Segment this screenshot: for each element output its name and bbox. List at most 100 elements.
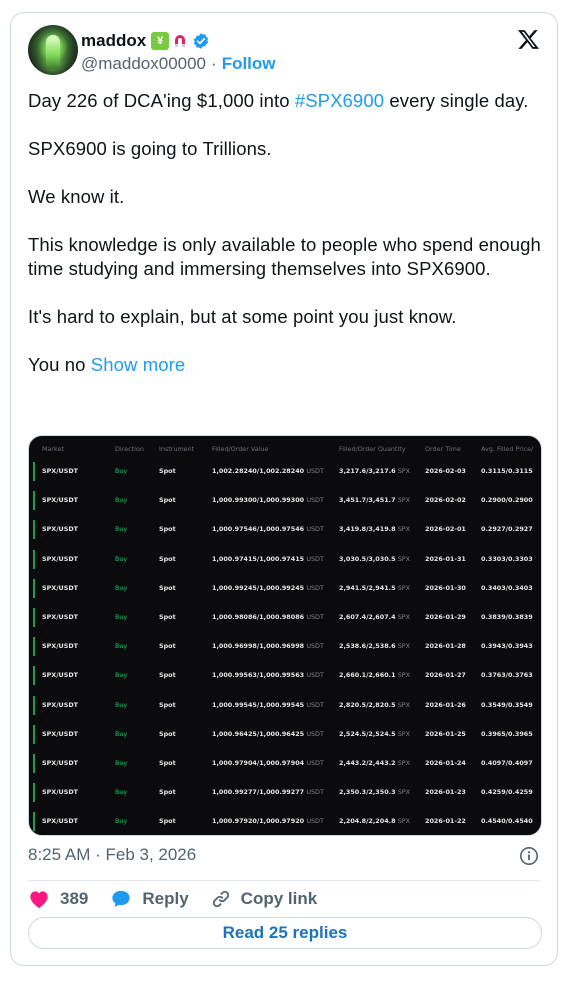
- media-image[interactable]: Market Direction Instrument Filled/Order Va…: [28, 435, 542, 836]
- link-icon: [212, 890, 229, 908]
- avatar[interactable]: [28, 25, 78, 75]
- cell-direction: Buy: [115, 700, 128, 709]
- table-row: SPX/USDT Buy Spot 1,000.96425/1,000.96425 U…: [29, 720, 541, 749]
- cell-avg-price: 0.4540/0.4540: [481, 817, 533, 826]
- tweet-paragraph-6: You no Show more: [28, 353, 543, 377]
- cell-quantity: 2,607.4/2,607.4 SPX: [339, 613, 411, 621]
- cell-order-time: 2026-01-31: [425, 554, 466, 563]
- cell-order-time: 2026-02-01: [425, 525, 466, 534]
- cell-instrument: Spot: [159, 496, 176, 505]
- cell-direction: Buy: [115, 729, 128, 738]
- cell-value: 1,002.28240/1,002.28240 USDT: [212, 467, 324, 475]
- cell-avg-price: 0.4097/0.4097: [481, 759, 533, 767]
- hashtag-link[interactable]: #SPX6900: [295, 90, 384, 111]
- info-icon[interactable]: [519, 846, 539, 866]
- unit-label: USDT: [306, 817, 324, 826]
- cell-market: SPX/USDT: [42, 671, 79, 680]
- divider: [28, 880, 540, 881]
- like-button[interactable]: 389: [28, 889, 88, 909]
- cell-direction: Buy: [115, 642, 128, 651]
- unit-label: SPX: [397, 700, 411, 709]
- table-row: SPX/USDT Buy Spot 1,000.99277/1,000.99277 U…: [29, 778, 541, 807]
- cell-market: SPX/USDT: [42, 700, 79, 709]
- yen-badge-icon: ¥: [151, 32, 170, 50]
- table-header-cell: Filled/Order Value: [212, 445, 269, 453]
- cell-direction: Buy: [115, 496, 128, 505]
- cell-value: 1,000.99300/1,000.99300 USDT: [212, 496, 324, 505]
- unit-label: SPX: [397, 496, 411, 505]
- row-indicator: [33, 608, 35, 627]
- unit-label: SPX: [397, 671, 411, 680]
- tweet-paragraph-1: Day 226 of DCA'ing $1,000 into #SPX6900 …: [28, 89, 543, 113]
- cell-value: 1,000.96425/1,000.96425 USDT: [212, 729, 324, 738]
- reply-button[interactable]: Reply: [110, 889, 189, 909]
- unit-label: USDT: [306, 788, 324, 797]
- cell-quantity: 2,204.8/2,204.8 SPX: [339, 817, 411, 826]
- cell-instrument: Spot: [159, 554, 176, 563]
- unit-label: USDT: [306, 642, 324, 651]
- unit-label: SPX: [397, 788, 411, 797]
- cell-quantity: 2,524.5/2,524.5 SPX: [339, 729, 411, 738]
- cell-value: 1,000.99277/1,000.99277 USDT: [212, 788, 324, 797]
- avatar-figure: [46, 35, 60, 69]
- unit-label: SPX: [397, 467, 411, 475]
- cell-instrument: Spot: [159, 613, 176, 621]
- follow-button[interactable]: Follow: [222, 54, 276, 74]
- unit-label: USDT: [306, 729, 324, 738]
- like-count: 389: [60, 889, 89, 908]
- unit-label: SPX: [397, 817, 411, 826]
- author-name[interactable]: maddox: [81, 31, 146, 51]
- row-indicator: [33, 578, 35, 598]
- row-indicator: [33, 783, 35, 803]
- cell-market: SPX/USDT: [42, 525, 79, 534]
- tweet-text-segment: every single day.: [384, 90, 529, 111]
- unit-label: USDT: [306, 467, 324, 475]
- cell-quantity: 2,660.1/2,660.1 SPX: [339, 671, 411, 680]
- cell-direction: Buy: [115, 788, 128, 797]
- cell-order-time: 2026-01-23: [425, 788, 466, 797]
- cell-value: 1,000.99563/1,000.99563 USDT: [212, 671, 324, 680]
- cell-avg-price: 0.2900/0.2900: [481, 496, 533, 505]
- action-bar: 389 Reply Copy link: [28, 887, 339, 911]
- tweet-timestamp[interactable]: 8:25 AM · Feb 3, 2026: [28, 845, 196, 865]
- x-logo-icon[interactable]: [517, 28, 540, 51]
- author-handle[interactable]: @maddox00000: [81, 54, 206, 74]
- cell-instrument: Spot: [159, 671, 176, 680]
- cell-market: SPX/USDT: [42, 496, 79, 505]
- cell-quantity: 3,419.8/3,419.8 SPX: [339, 525, 411, 534]
- table-header-cell: Instrument: [159, 445, 195, 453]
- author-name-row: maddox ¥: [81, 30, 210, 52]
- unit-label: SPX: [397, 729, 411, 738]
- tweet-paragraph-5: It's hard to explain, but at some point …: [28, 306, 457, 327]
- table-row: SPX/USDT Buy Spot 1,000.96998/1,000.96998 U…: [29, 632, 541, 661]
- cell-instrument: Spot: [159, 817, 176, 826]
- tweet-paragraph-4: This knowledge is only available to peop…: [28, 234, 541, 279]
- separator-dot: ·: [211, 54, 217, 73]
- magnet-icon: [171, 32, 189, 50]
- cell-direction: Buy: [115, 583, 128, 592]
- cell-value: 1,000.97920/1,000.97920 USDT: [212, 817, 324, 826]
- cell-quantity: 2,350.3/2,350.3 SPX: [339, 788, 411, 797]
- cell-quantity: 2,538.6/2,538.6 SPX: [339, 642, 411, 651]
- cell-instrument: Spot: [159, 583, 176, 592]
- read-replies-button[interactable]: Read 25 replies: [28, 917, 542, 949]
- row-indicator: [33, 695, 35, 715]
- tweet-text: Day 226 of DCA'ing $1,000 into #SPX6900 …: [28, 89, 543, 401]
- cell-order-time: 2026-01-24: [425, 759, 466, 767]
- cell-value: 1,000.99245/1,000.99245 USDT: [212, 583, 324, 592]
- cell-value: 1,000.97904/1,000.97904 USDT: [212, 759, 324, 767]
- cell-avg-price: 0.3763/0.3763: [481, 671, 533, 680]
- cell-direction: Buy: [115, 671, 128, 680]
- cell-quantity: 3,451.7/3,451.7 SPX: [339, 496, 411, 505]
- copy-link-button[interactable]: Copy link: [211, 889, 317, 909]
- cell-direction: Buy: [115, 817, 128, 826]
- unit-label: USDT: [306, 583, 324, 592]
- cell-avg-price: 0.3403/0.3403: [481, 583, 533, 592]
- table-header-cell: Market: [42, 445, 64, 453]
- cell-market: SPX/USDT: [42, 642, 79, 651]
- show-more-link[interactable]: Show more: [91, 354, 185, 375]
- cell-instrument: Spot: [159, 729, 176, 738]
- unit-label: SPX: [397, 759, 411, 767]
- reply-bubble-icon: [112, 890, 131, 908]
- cell-order-time: 2026-01-28: [425, 642, 466, 651]
